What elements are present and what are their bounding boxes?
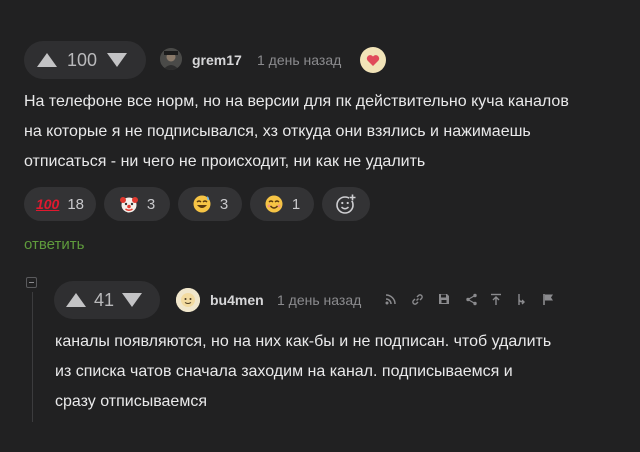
reaction-count: 1 xyxy=(291,195,301,213)
reply-author-avatar[interactable] xyxy=(176,288,200,312)
rss-icon[interactable] xyxy=(384,292,398,306)
reply-timestamp[interactable]: 1 день назад xyxy=(277,292,361,308)
reply-author-name[interactable]: bu4men xyxy=(210,292,264,308)
reaction-count: 18 xyxy=(67,195,85,213)
share-icon[interactable] xyxy=(464,292,478,306)
save-icon[interactable] xyxy=(437,292,451,306)
reply-rating: 41 xyxy=(93,289,115,310)
clown-face-emoji-icon xyxy=(119,194,139,214)
scroll-to-parent-icon[interactable] xyxy=(489,292,503,306)
upvote-arrow-icon[interactable] xyxy=(34,47,60,73)
hundred-points-emoji-icon: 100 xyxy=(35,196,60,212)
thread-line[interactable] xyxy=(32,292,33,422)
collapse-thread-button[interactable] xyxy=(26,277,37,288)
comment-rating: 100 xyxy=(66,49,98,70)
downvote-arrow-icon[interactable] xyxy=(104,47,130,73)
report-flag-icon[interactable] xyxy=(541,292,555,306)
upvote-arrow-icon[interactable] xyxy=(63,287,89,313)
reaction-grinning-sweat[interactable]: 3 xyxy=(178,187,242,221)
reaction-hundred-points[interactable]: 100 18 xyxy=(24,187,96,221)
reply-vote-widget: 41 xyxy=(54,281,160,319)
add-reaction-button[interactable] xyxy=(322,187,370,221)
downvote-arrow-icon[interactable] xyxy=(119,287,145,313)
reaction-smiling-face[interactable]: 1 xyxy=(250,187,314,221)
comment-author-avatar[interactable] xyxy=(160,48,182,70)
heart-badge-icon xyxy=(360,47,386,73)
grinning-sweat-emoji-icon xyxy=(192,194,212,214)
comment-timestamp[interactable]: 1 день назад xyxy=(257,52,341,68)
link-icon[interactable] xyxy=(410,292,424,306)
reaction-clown-face[interactable]: 3 xyxy=(104,187,170,221)
comment-vote-widget: 100 xyxy=(24,41,146,79)
smiling-face-emoji-icon xyxy=(264,194,284,214)
reply-text: каналы появляются, но на них как-бы и не… xyxy=(55,333,552,410)
comment-author-name[interactable]: grem17 xyxy=(192,52,242,68)
branch-icon[interactable] xyxy=(515,292,529,306)
reply-link[interactable]: ответить xyxy=(24,236,84,253)
comment-text: На телефоне все норм, но на версии для п… xyxy=(24,93,569,170)
add-emoji-icon xyxy=(335,193,357,215)
reaction-count: 3 xyxy=(219,195,229,213)
reaction-count: 3 xyxy=(146,195,156,213)
